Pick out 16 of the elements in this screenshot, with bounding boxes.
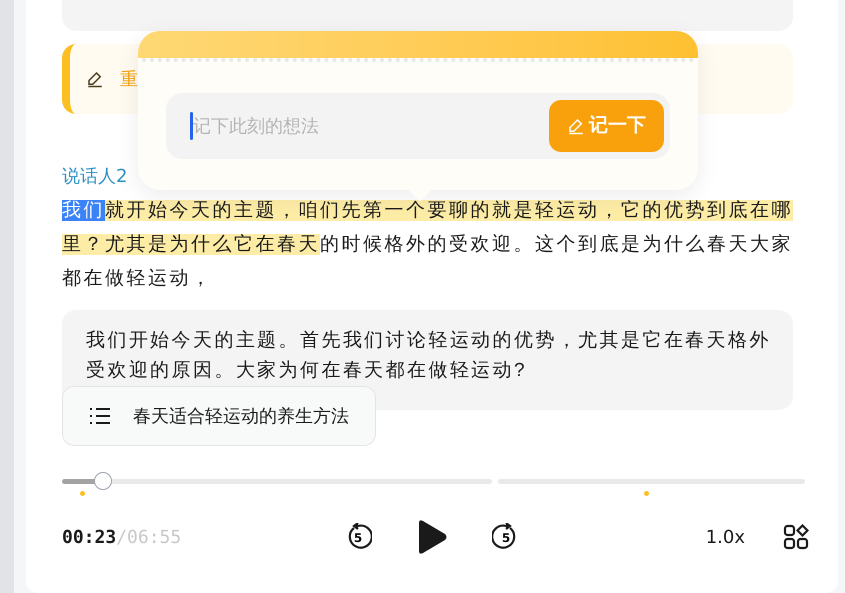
- progress-track[interactable]: [62, 479, 492, 484]
- forward-button[interactable]: 5: [492, 523, 520, 551]
- pencil-icon: [567, 117, 585, 135]
- note-text: 重: [120, 68, 138, 92]
- progress-handle[interactable]: [94, 472, 112, 490]
- current-time: 00:23: [62, 526, 116, 550]
- summary-text: 我们开始今天的主题。首先我们讨论轻运动的优势，尤其是它在春天格外受欢迎的原因。大家为何在春天都在做轻运动?: [86, 329, 772, 383]
- list-icon: [89, 407, 111, 425]
- chapter-button[interactable]: 春天适合轻运动的养生方法: [62, 386, 376, 446]
- apps-button[interactable]: [783, 524, 809, 550]
- play-button[interactable]: [416, 519, 448, 555]
- pencil-icon: [86, 70, 104, 88]
- speaker-name: 说话人2: [62, 165, 128, 189]
- speed-button[interactable]: 1.0x: [706, 524, 745, 550]
- rewind-button[interactable]: 5: [344, 523, 372, 551]
- text-cursor: [190, 112, 193, 140]
